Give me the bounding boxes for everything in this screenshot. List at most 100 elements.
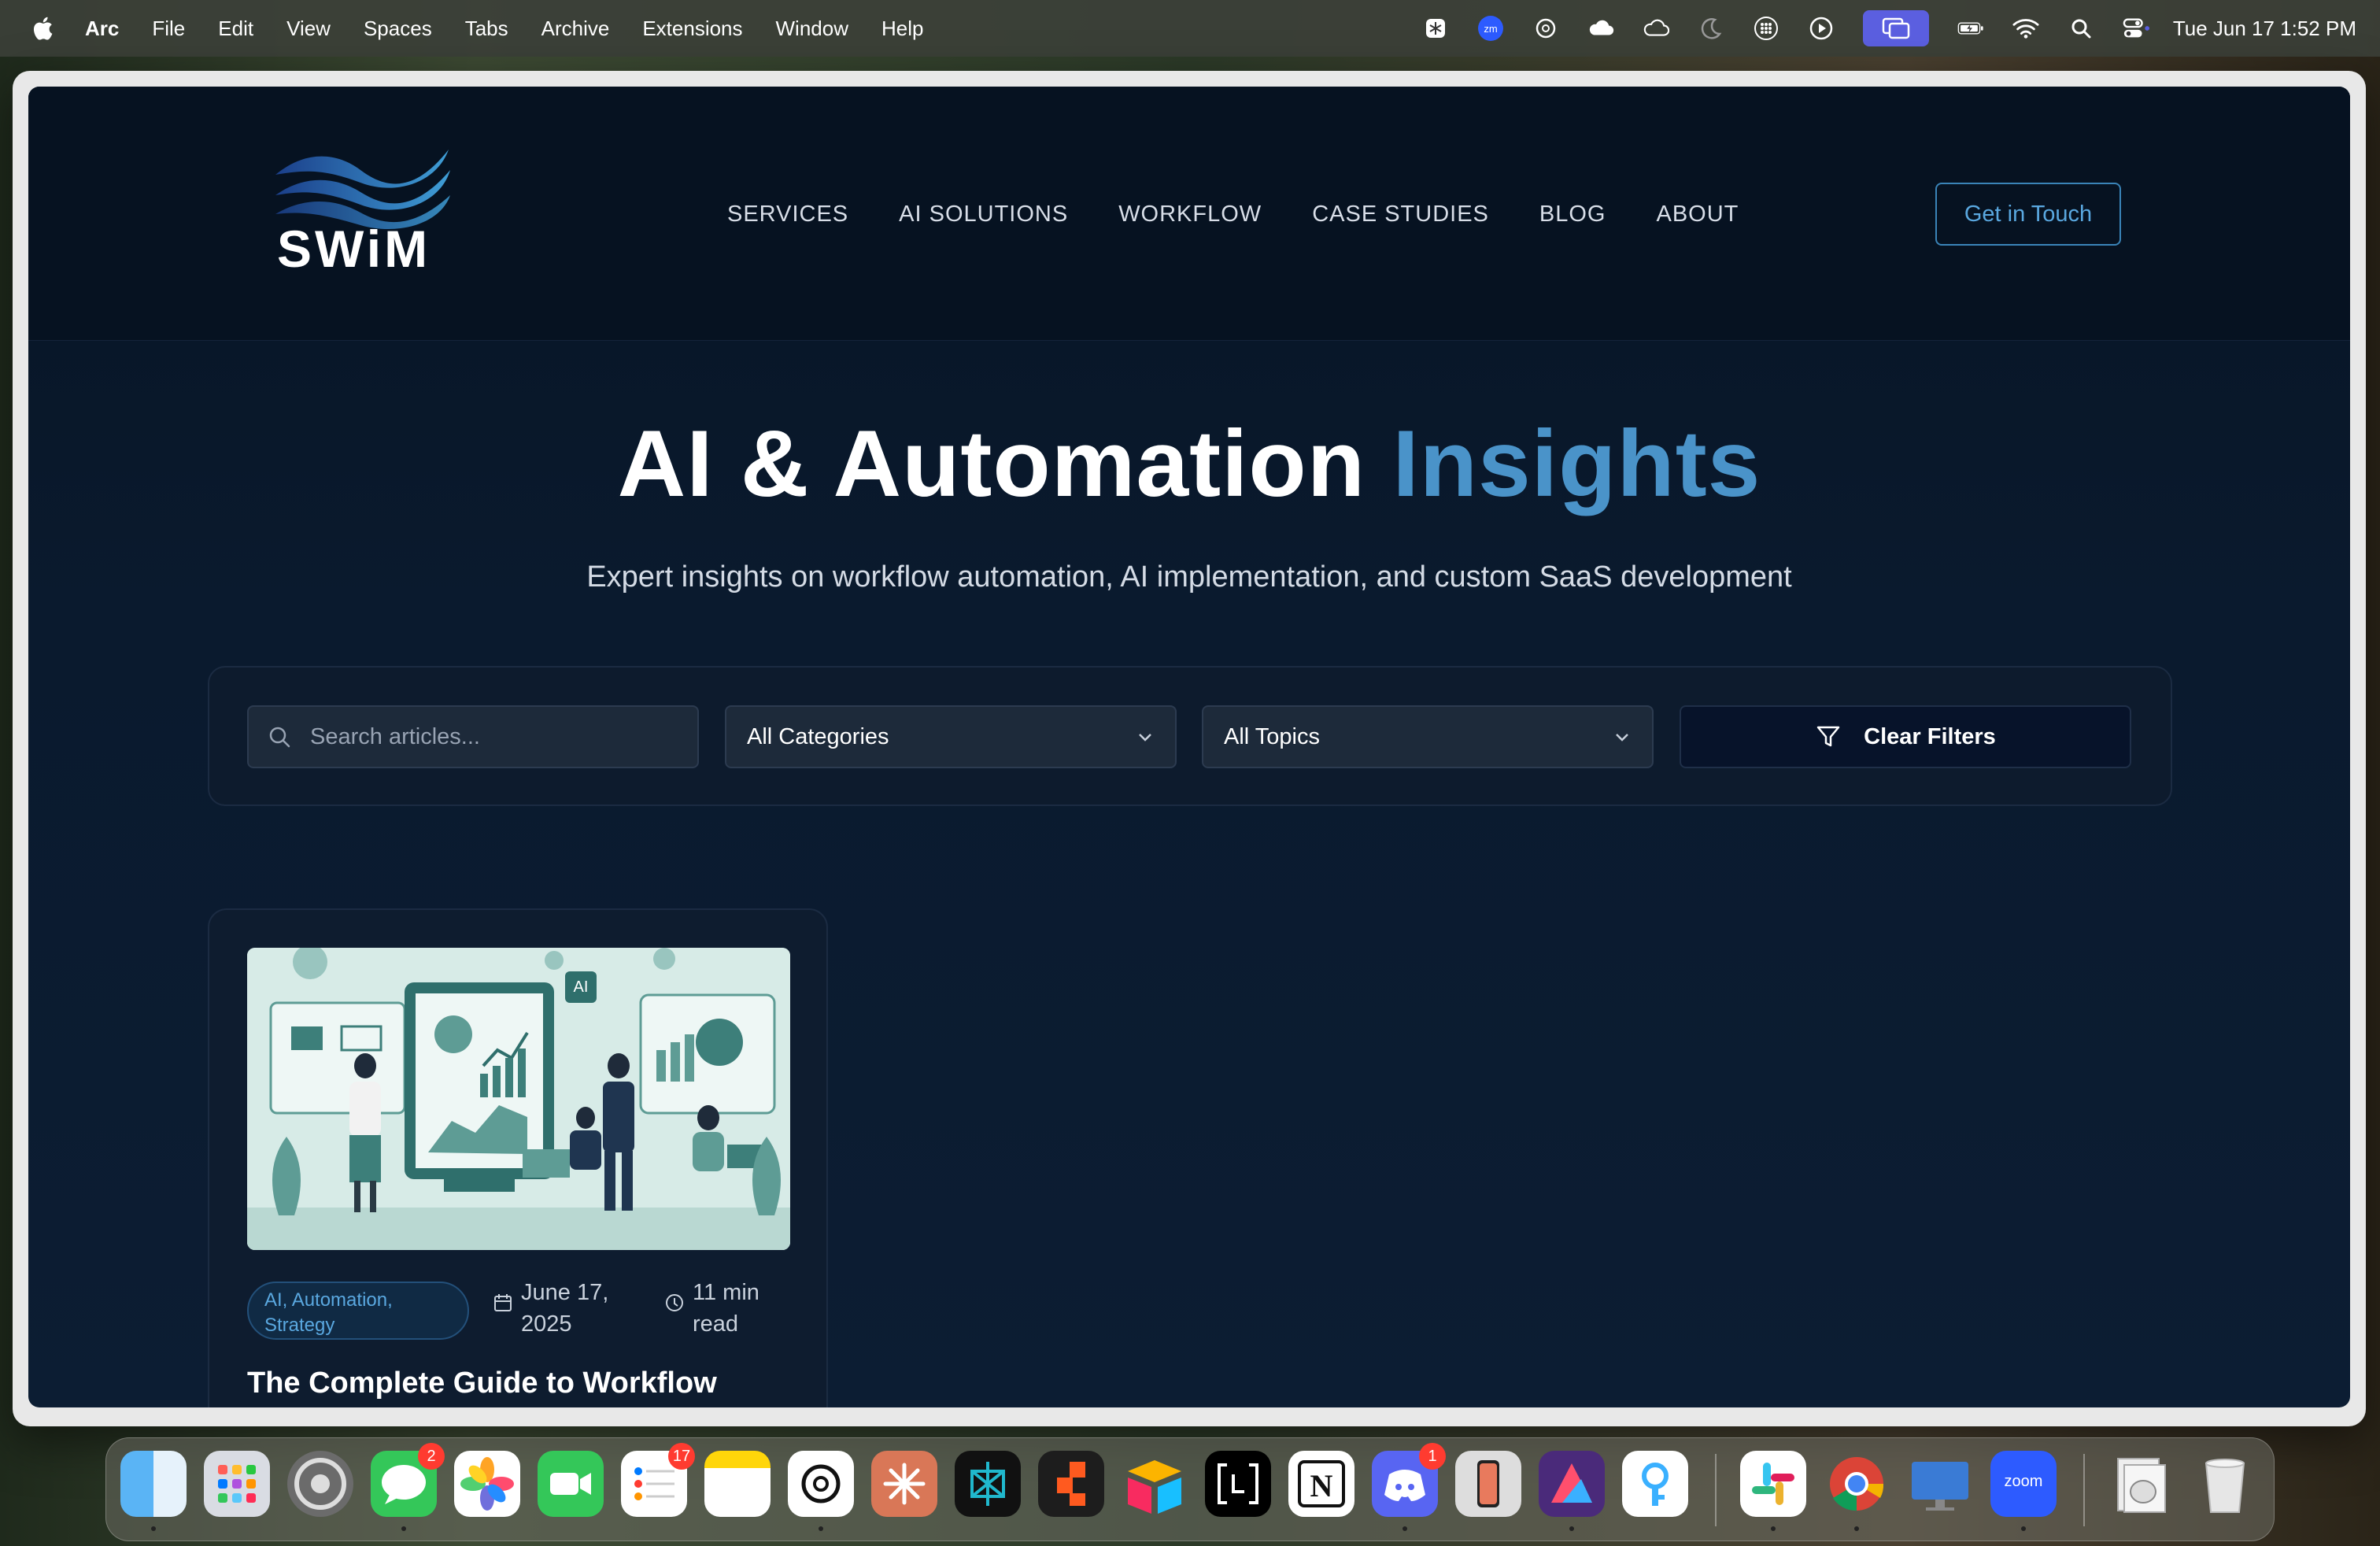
search-input[interactable]: Search articles... bbox=[247, 705, 699, 768]
article-date: June 17, 2025 bbox=[493, 1277, 623, 1340]
nav-blog[interactable]: BLOG bbox=[1539, 202, 1606, 227]
linear-bracket-icon[interactable] bbox=[1205, 1451, 1271, 1517]
moon-icon[interactable] bbox=[1698, 15, 1724, 42]
calendar-icon bbox=[494, 1294, 512, 1311]
perplexity-icon[interactable] bbox=[955, 1451, 1021, 1517]
logo-text: SWiM bbox=[277, 220, 431, 278]
chevron-down-icon bbox=[1139, 734, 1151, 742]
nav-about[interactable]: ABOUT bbox=[1657, 202, 1739, 227]
menu-help[interactable]: Help bbox=[881, 17, 923, 41]
chevron-down-icon bbox=[1616, 734, 1628, 742]
menu-archive[interactable]: Archive bbox=[541, 17, 610, 41]
screen-mirror-icon[interactable] bbox=[1862, 10, 1929, 46]
running-indicator bbox=[1569, 1526, 1574, 1531]
article-date-text: June 17, 2025 bbox=[521, 1280, 609, 1337]
menu-window[interactable]: Window bbox=[776, 17, 848, 41]
slack-icon[interactable] bbox=[1740, 1451, 1806, 1517]
svg-text:N: N bbox=[1310, 1468, 1333, 1503]
running-indicator bbox=[1771, 1526, 1776, 1531]
filter-icon bbox=[1816, 726, 1840, 747]
messages-icon[interactable]: 2 bbox=[371, 1443, 445, 1517]
get-in-touch-button[interactable]: Get in Touch bbox=[1935, 183, 2121, 246]
finder-icon[interactable] bbox=[120, 1451, 187, 1517]
running-indicator bbox=[151, 1526, 156, 1531]
clear-filters-label: Clear Filters bbox=[1864, 723, 1996, 749]
filter-bar: Search articles... All Categories All To… bbox=[208, 666, 2172, 806]
running-indicator bbox=[1854, 1526, 1859, 1531]
search-icon[interactable] bbox=[2068, 15, 2094, 42]
trash-icon[interactable] bbox=[2192, 1451, 2258, 1517]
cloud-sync-icon[interactable] bbox=[1643, 15, 1669, 42]
notion-icon[interactable]: N bbox=[1288, 1451, 1354, 1517]
page-subtitle: Expert insights on workflow automation, … bbox=[586, 560, 1792, 594]
clear-filters-button[interactable]: Clear Filters bbox=[1680, 705, 2131, 768]
title-accent: Insights bbox=[1392, 411, 1761, 516]
article-read-text: 11 min read bbox=[693, 1280, 759, 1337]
airtable-icon[interactable] bbox=[1122, 1451, 1188, 1517]
wifi-icon[interactable] bbox=[2012, 15, 2039, 42]
running-indicator bbox=[1402, 1526, 1407, 1531]
menu-tabs[interactable]: Tabs bbox=[465, 17, 508, 41]
facetime-icon[interactable] bbox=[538, 1451, 604, 1517]
page-title: AI & Automation Insights bbox=[28, 409, 2350, 518]
zoom-menubar-icon[interactable]: zm bbox=[1477, 15, 1504, 42]
notes-icon[interactable] bbox=[704, 1451, 771, 1517]
grid-dots-icon[interactable] bbox=[1753, 15, 1779, 42]
svg-text:zm: zm bbox=[1484, 23, 1497, 35]
svg-text:AI: AI bbox=[574, 978, 589, 996]
discord-badge: 1 bbox=[1419, 1443, 1446, 1470]
clock-icon bbox=[666, 1294, 683, 1311]
photos-icon[interactable] bbox=[454, 1451, 520, 1517]
zoom-app-icon[interactable]: zoom bbox=[1990, 1451, 2057, 1517]
menu-file[interactable]: File bbox=[152, 17, 185, 41]
battery-icon bbox=[1957, 15, 1984, 42]
site-header: SWiM SERVICES AI SOLUTIONS WORKFLOW CASE… bbox=[28, 87, 2350, 341]
article-illustration[interactable]: AI bbox=[247, 948, 790, 1250]
running-indicator bbox=[819, 1526, 823, 1531]
article-tags[interactable]: AI, Automation, Strategy bbox=[247, 1282, 469, 1340]
affinity-icon[interactable] bbox=[1539, 1451, 1605, 1517]
menu-spaces[interactable]: Spaces bbox=[364, 17, 432, 41]
site-logo[interactable]: SWiM bbox=[272, 146, 453, 280]
dock-separator bbox=[1715, 1454, 1717, 1526]
article-card[interactable]: AI AI, Automation, Strategy June 17, 202… bbox=[208, 908, 828, 1407]
discord-icon[interactable]: 1 bbox=[1372, 1443, 1446, 1517]
category-value: All Categories bbox=[747, 723, 889, 749]
claude-icon[interactable] bbox=[871, 1451, 937, 1517]
launchpad-icon[interactable] bbox=[204, 1451, 270, 1517]
reminders-icon[interactable]: 17 bbox=[621, 1443, 695, 1517]
menu-edit[interactable]: Edit bbox=[218, 17, 253, 41]
nav-case-studies[interactable]: CASE STUDIES bbox=[1312, 202, 1489, 227]
nav-workflow[interactable]: WORKFLOW bbox=[1118, 202, 1262, 227]
article-title[interactable]: The Complete Guide to Workflow bbox=[247, 1367, 790, 1400]
clock[interactable]: Tue Jun 17 1:52 PM bbox=[2173, 17, 2356, 41]
menu-view[interactable]: View bbox=[286, 17, 331, 41]
downloads-folder-icon[interactable] bbox=[2108, 1451, 2175, 1517]
reminders-badge: 17 bbox=[668, 1443, 695, 1470]
nav-ai-solutions[interactable]: AI SOLUTIONS bbox=[899, 202, 1068, 227]
main-nav: SERVICES AI SOLUTIONS WORKFLOW CASE STUD… bbox=[727, 202, 1789, 227]
iphone-mirroring-icon[interactable] bbox=[1455, 1451, 1521, 1517]
search-icon bbox=[269, 727, 290, 748]
chatgpt-icon[interactable] bbox=[788, 1451, 854, 1517]
apple-icon[interactable] bbox=[30, 14, 58, 43]
system-settings-icon[interactable] bbox=[287, 1451, 353, 1517]
perplexity-icon[interactable] bbox=[1422, 15, 1449, 42]
screen-sharing-icon[interactable] bbox=[1907, 1451, 1973, 1517]
cloud-icon[interactable] bbox=[1587, 15, 1614, 42]
menu-app-name[interactable]: Arc bbox=[85, 17, 119, 41]
web-page: SWiM SERVICES AI SOLUTIONS WORKFLOW CASE… bbox=[28, 87, 2350, 1407]
running-indicator bbox=[2021, 1526, 2026, 1531]
nav-services[interactable]: SERVICES bbox=[727, 202, 848, 227]
topic-value: All Topics bbox=[1224, 723, 1320, 749]
passwords-icon[interactable] bbox=[1622, 1451, 1688, 1517]
chatgpt-menubar-icon[interactable] bbox=[1532, 15, 1559, 42]
chrome-icon[interactable] bbox=[1824, 1451, 1890, 1517]
browser-window: SWiM SERVICES AI SOLUTIONS WORKFLOW CASE… bbox=[13, 71, 2366, 1426]
make-app-icon[interactable] bbox=[1038, 1451, 1104, 1517]
category-select[interactable]: All Categories bbox=[725, 705, 1177, 768]
topic-select[interactable]: All Topics bbox=[1202, 705, 1654, 768]
play-icon[interactable] bbox=[1808, 15, 1835, 42]
control-center-icon[interactable] bbox=[2123, 15, 2149, 42]
menu-extensions[interactable]: Extensions bbox=[642, 17, 742, 41]
